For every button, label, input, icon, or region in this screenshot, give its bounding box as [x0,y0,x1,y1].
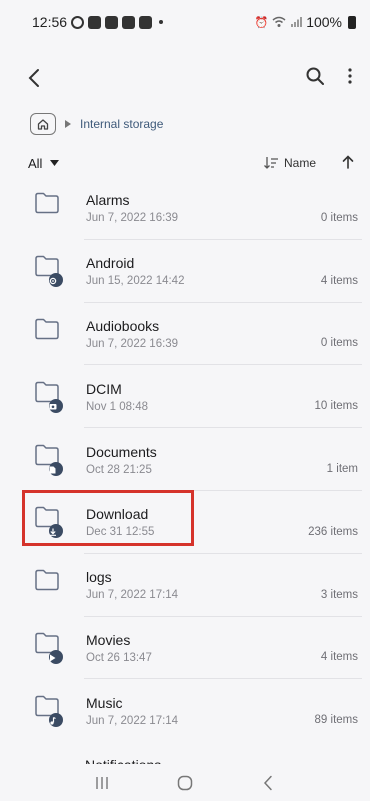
folder-item-count: 4 items [320,274,358,287]
dropdown-arrow-icon [50,160,60,166]
folder-name: Audiobooks [86,317,160,334]
folder-name: Movies [86,631,131,648]
battery-percentage: 100% [306,14,342,30]
folder-icon [34,188,74,228]
folder-name: Android [86,255,135,272]
folder-name: Download [86,506,149,523]
chevron-right-icon [65,120,71,128]
folder-date: Oct 28 21:25 [86,463,152,476]
more-notifications-icon [159,20,164,24]
folder-name: Alarms [86,192,130,209]
more-vertical-icon [348,67,352,84]
list-item-android[interactable]: Android Jun 15, 2022 14:42 4 items [22,240,362,303]
wifi-icon [272,16,286,27]
folder-item-count: 3 items [320,588,358,601]
breadcrumb: Internal storage [30,112,163,136]
folder-icon [34,691,74,731]
back-arrow-icon [28,69,39,87]
list-item-dcim[interactable]: DCIM Nov 1 08:48 10 items [22,365,362,428]
folder-item-count: 0 items [320,337,358,350]
filter-dropdown[interactable]: All [28,155,60,171]
sort-label: Name [283,156,316,170]
status-time: 12:56 [32,14,68,30]
alarm-icon: ⏰ [254,16,269,29]
home-circle-icon [177,775,193,790]
download-icon [49,524,63,539]
folder-text: Documents Oct 28 21:25 [86,444,362,476]
home-nav-button[interactable] [165,768,205,798]
sort-direction-button[interactable] [342,154,354,172]
folder-icon [34,628,74,668]
list-item-audiobooks[interactable]: Audiobooks Jun 7, 2022 16:39 0 items [22,303,362,366]
breadcrumb-internal-storage[interactable]: Internal storage [80,117,163,131]
home-icon [37,118,49,130]
more-options-button[interactable] [348,67,352,89]
folder-list: Alarms Jun 7, 2022 16:39 0 items Android Jun… [22,177,362,742]
folder-item-count: 236 items [308,525,358,538]
recent-apps-button[interactable] [82,768,122,798]
folder-name: Documents [86,443,157,460]
notification-icon [139,15,153,29]
battery-icon [348,15,356,29]
toolbar [0,58,370,98]
signal-icon [291,17,303,27]
folder-icon [34,565,74,605]
gear-icon [49,273,63,288]
system-navigation-bar [0,764,370,801]
folder-icon [34,314,74,354]
folder-icon [34,251,74,291]
filter-label: All [28,155,43,171]
back-chevron-icon [264,775,273,790]
folder-name: Music [86,694,123,711]
recent-apps-icon [95,776,108,789]
notification-icon [88,15,102,29]
status-bar: 12:56 ⏰ 100% [0,0,370,44]
list-item-logs[interactable]: logs Jun 7, 2022 17:14 3 items [22,554,362,617]
home-button[interactable] [30,113,56,135]
back-nav-button[interactable] [248,768,288,798]
folder-item-count: 1 item [326,462,358,475]
camera-icon [49,398,63,413]
play-icon [49,649,63,664]
list-item-documents[interactable]: Documents Oct 28 21:25 1 item [22,428,362,491]
back-button[interactable] [28,63,68,93]
search-button[interactable] [306,67,324,90]
document-icon [49,461,63,476]
list-item-download[interactable]: Download Dec 31 12:55 236 items [22,491,362,554]
music-note-icon [49,712,63,727]
list-item-movies[interactable]: Movies Oct 26 13:47 4 items [22,617,362,680]
folder-item-count: 4 items [320,651,358,664]
notification-icon [71,15,85,29]
notification-icon [105,15,119,29]
list-item-music[interactable]: Music Jun 7, 2022 17:14 89 items [22,679,362,742]
folder-name: DCIM [86,380,122,397]
folder-item-count: 89 items [314,714,358,727]
folder-item-count: 10 items [314,400,358,413]
list-item-alarms[interactable]: Alarms Jun 7, 2022 16:39 0 items [22,177,362,240]
folder-name: logs [86,569,112,586]
arrow-up-icon [342,154,354,169]
folder-icon [34,440,74,480]
folder-item-count: 0 items [320,211,358,224]
search-icon [306,67,324,85]
folder-icon [34,502,74,542]
filter-sort-bar: All Name [0,150,370,176]
folder-icon [34,377,74,417]
notification-icon [122,15,136,29]
sort-icon [264,157,278,169]
sort-by-button[interactable]: Name [264,156,332,170]
